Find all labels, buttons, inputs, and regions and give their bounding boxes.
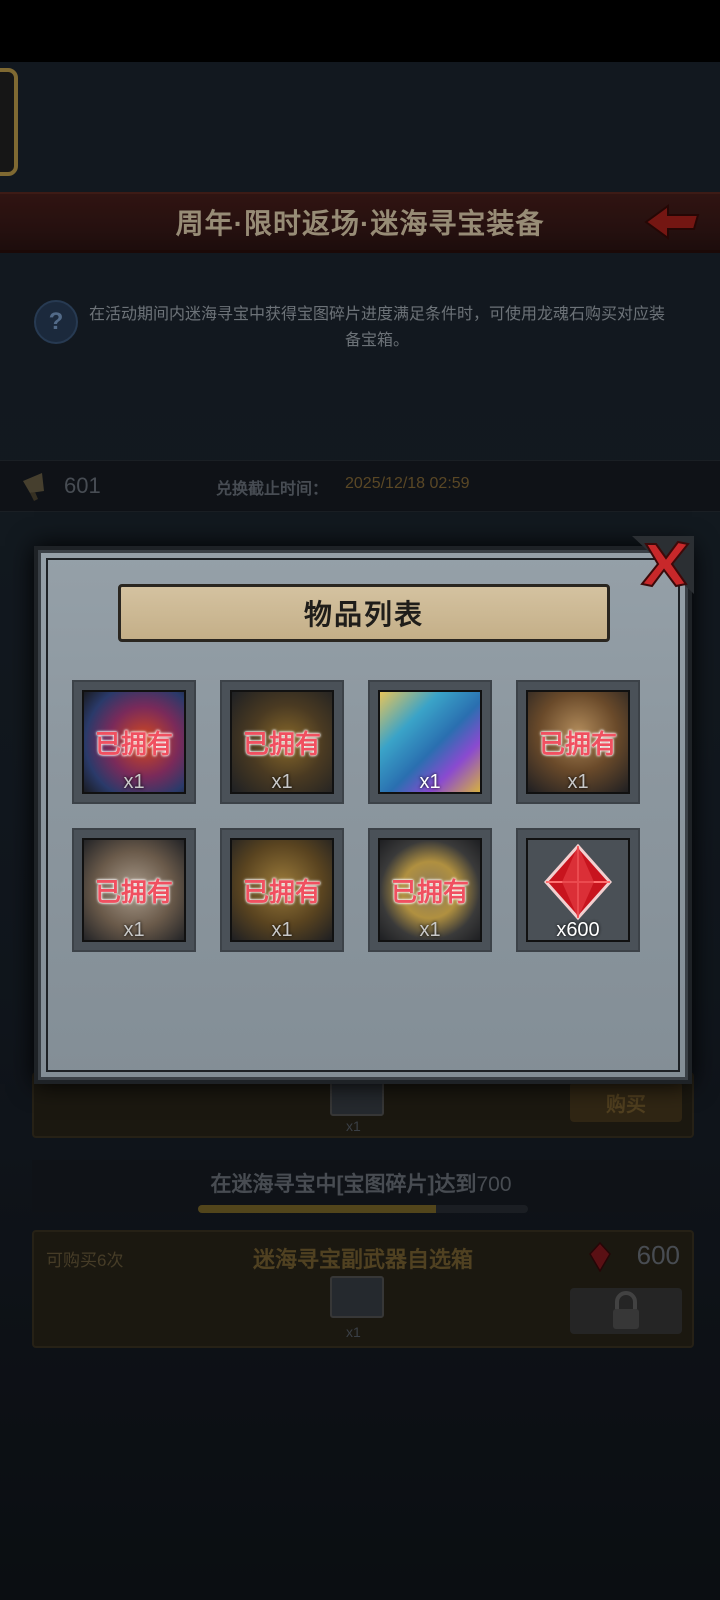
owned-label: 已拥有 [390,877,469,907]
item-qty: x1 [567,771,589,793]
owned-label: 已拥有 [538,729,617,759]
owned-label: 已拥有 [242,877,321,907]
item-list-modal: 物品列表 已拥有 x1 已拥有 x1 x1 已拥有 x1 已拥有 x1 已拥有 … [34,536,694,1084]
item-slot[interactable]: 已拥有 x1 [368,828,492,952]
item-qty: x1 [271,919,293,941]
item-qty: x1 [123,919,145,941]
modal-title-banner: 物品列表 [118,584,610,642]
item-slot[interactable]: 已拥有 x1 [72,680,196,804]
status-bar [0,0,720,62]
item-slot[interactable]: 已拥有 x1 [220,680,344,804]
owned-label: 已拥有 [94,729,173,759]
item-qty: x600 [556,919,600,941]
owned-label: 已拥有 [242,729,321,759]
item-qty: x1 [419,919,441,941]
item-slot[interactable]: 已拥有 x1 [220,828,344,952]
item-slot[interactable]: x1 [368,680,492,804]
item-qty: x1 [419,771,441,793]
item-slot[interactable]: 已拥有 x1 [516,680,640,804]
owned-label: 已拥有 [94,877,173,907]
item-slot[interactable]: 已拥有 x1 [72,828,196,952]
item-slot[interactable]: x600 [516,828,640,952]
item-qty: x1 [271,771,293,793]
item-qty: x1 [123,771,145,793]
modal-title: 物品列表 [303,599,424,630]
close-icon[interactable] [632,536,694,594]
